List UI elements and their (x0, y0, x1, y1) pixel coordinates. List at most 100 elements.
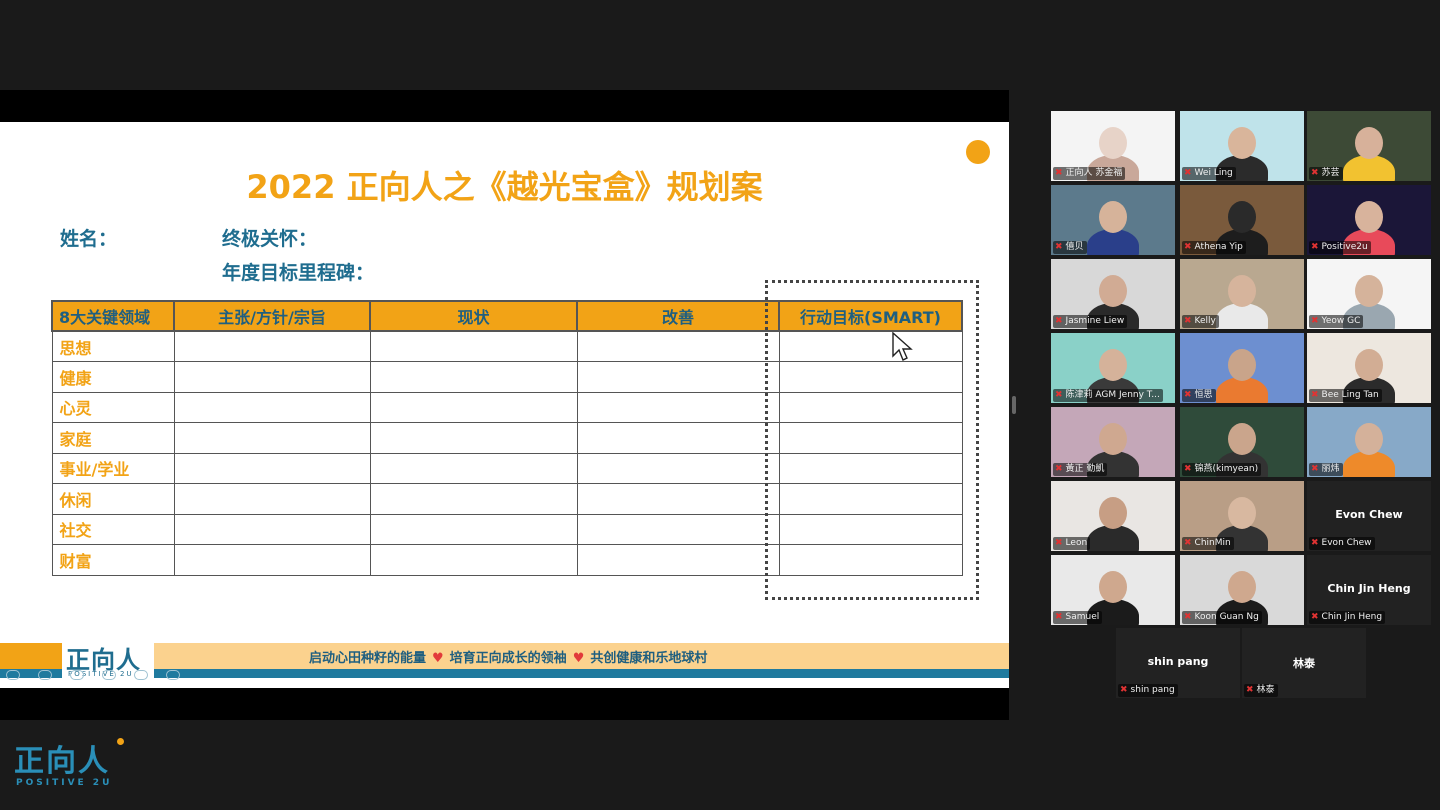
table-cell (173, 544, 371, 576)
participant-tile[interactable]: ✖ 锦燕(kimyean) (1180, 407, 1304, 477)
participant-tile[interactable]: ✖ Kelly (1180, 259, 1304, 329)
area-label: 事业/学业 (51, 452, 175, 484)
participant-tile[interactable]: ✖ Koon Guan Ng (1180, 555, 1304, 625)
mic-muted-icon: ✖ (1311, 390, 1319, 400)
brand-logo: 正向人 POSITIVE 2U (14, 736, 129, 792)
table-cell (369, 330, 578, 362)
participant-tile[interactable]: ✖ ChinMin (1180, 481, 1304, 551)
smart-column-highlight (765, 280, 979, 600)
shared-screen: 2022 正向人之《越光宝盒》规划案 姓名： 终极关怀： 年度目标里程碑： 8大… (0, 90, 1009, 720)
brand-logo-dot (117, 738, 124, 745)
participant-tile[interactable]: ✖ 陈津莉 AGM Jenny T... (1051, 333, 1175, 403)
participant-name-label: ✖ Bee Ling Tan (1309, 389, 1382, 402)
participant-name-label: ✖ 正向人 苏金福 (1053, 167, 1126, 180)
participant-tile[interactable]: ✖ Positive2u (1307, 185, 1431, 255)
participant-name: 丽炜 (1321, 464, 1340, 474)
participant-face (1099, 423, 1127, 455)
participant-tile[interactable]: ✖ Yeow GC (1307, 259, 1431, 329)
participant-tile[interactable]: ✖ Athena Yip (1180, 185, 1304, 255)
participant-name-label: ✖ 丽炜 (1309, 463, 1343, 476)
participant-name: Wei Ling (1194, 168, 1233, 178)
next-slide-icon[interactable] (38, 670, 52, 680)
slide-accent-dot (966, 140, 990, 164)
name-label: 姓名： (60, 228, 118, 250)
participant-name-label: ✖ Chin Jin Heng (1309, 611, 1386, 624)
table-cell (173, 422, 371, 454)
participant-tile[interactable]: ✖ Leon (1051, 481, 1175, 551)
participant-face (1099, 571, 1127, 603)
table-cell (369, 391, 578, 423)
participant-name-label: ✖ 恒思 (1182, 389, 1216, 402)
participant-tile[interactable]: ✖ 恒思 (1180, 333, 1304, 403)
participant-tile[interactable]: Chin Jin Heng ✖ Chin Jin Heng (1307, 555, 1431, 625)
participant-tile[interactable]: shin pang ✖ shin pang (1116, 628, 1240, 698)
mic-muted-icon: ✖ (1184, 390, 1192, 400)
participant-display-name: 林泰 (1293, 657, 1315, 670)
participant-tile[interactable]: ✖ 黃正 勤凱 (1051, 407, 1175, 477)
participant-name: Bee Ling Tan (1321, 390, 1379, 400)
table-cell (173, 483, 371, 515)
participant-face (1228, 275, 1256, 307)
participant-name: Evon Chew (1321, 538, 1372, 548)
area-label: 健康 (51, 361, 175, 393)
participant-display-name: Chin Jin Heng (1327, 582, 1411, 595)
mic-muted-icon: ✖ (1311, 316, 1319, 326)
mic-muted-icon: ✖ (1055, 390, 1063, 400)
presentation-slide: 2022 正向人之《越光宝盒》规划案 姓名： 终极关怀： 年度目标里程碑： 8大… (0, 122, 1009, 688)
participant-name-label: ✖ Athena Yip (1182, 241, 1246, 254)
area-label: 休闲 (51, 483, 175, 515)
mic-muted-icon: ✖ (1246, 685, 1254, 695)
zoom-icon[interactable] (102, 670, 116, 680)
participant-face (1228, 497, 1256, 529)
table-cell (173, 452, 371, 484)
pen-icon[interactable] (70, 670, 84, 680)
more-options-icon[interactable] (134, 670, 148, 680)
participant-face (1355, 423, 1383, 455)
participant-tile[interactable]: ✖ 丽炜 (1307, 407, 1431, 477)
table-cell (576, 452, 780, 484)
participant-name-label: ✖ Samuel (1053, 611, 1103, 624)
participant-name: Athena Yip (1194, 242, 1243, 252)
panel-splitter-handle[interactable] (1012, 396, 1016, 414)
slide-footer-accent (0, 643, 62, 669)
participant-name: 正向人 苏金福 (1065, 168, 1123, 178)
participant-face (1355, 275, 1383, 307)
participant-tile[interactable]: ✖ Wei Ling (1180, 111, 1304, 181)
participant-tile[interactable]: ✖ Jasmine Liew (1051, 259, 1175, 329)
participant-tile[interactable]: ✖ 僖贝 (1051, 185, 1175, 255)
table-cell (576, 361, 780, 393)
mic-muted-icon: ✖ (1184, 168, 1192, 178)
mic-muted-icon: ✖ (1184, 612, 1192, 622)
table-cell (576, 513, 780, 545)
menu-icon[interactable] (166, 670, 180, 680)
participant-face (1228, 127, 1256, 159)
participant-tile[interactable]: ✖ Bee Ling Tan (1307, 333, 1431, 403)
slide-footer-slogan: 启动心田种籽的能量 ♥ 培育正向成长的领袖 ♥ 共创健康和乐地球村 (309, 647, 707, 666)
participant-name-label: ✖ Positive2u (1309, 241, 1371, 254)
participant-tile[interactable]: ✖ 苏芸 (1307, 111, 1431, 181)
brand-logo-subtitle: POSITIVE 2U (16, 778, 113, 788)
mic-muted-icon: ✖ (1311, 242, 1319, 252)
participant-name: 黃正 勤凱 (1065, 464, 1105, 474)
table-header: 改善 (576, 300, 780, 332)
table-header: 现状 (369, 300, 578, 332)
table-cell (576, 422, 780, 454)
participant-tile[interactable]: ✖ 正向人 苏金福 (1051, 111, 1175, 181)
participant-face (1099, 349, 1127, 381)
table-cell (369, 483, 578, 515)
table-cell (173, 361, 371, 393)
mic-muted-icon: ✖ (1055, 242, 1063, 252)
participant-name-label: ✖ Kelly (1182, 315, 1219, 328)
participant-tile[interactable]: 林泰 ✖ 林泰 (1242, 628, 1366, 698)
participant-name-label: ✖ ChinMin (1182, 537, 1234, 550)
slogan-part: 启动心田种籽的能量 (309, 651, 427, 666)
participant-tile[interactable]: Evon Chew ✖ Evon Chew (1307, 481, 1431, 551)
area-label: 财富 (51, 544, 175, 576)
mic-muted-icon: ✖ (1055, 538, 1063, 548)
participant-name-label: ✖ Jasmine Liew (1053, 315, 1128, 328)
mic-muted-icon: ✖ (1055, 316, 1063, 326)
participant-name: Samuel (1065, 612, 1100, 622)
mic-muted-icon: ✖ (1055, 464, 1063, 474)
participant-tile[interactable]: ✖ Samuel (1051, 555, 1175, 625)
prev-slide-icon[interactable] (6, 670, 20, 680)
